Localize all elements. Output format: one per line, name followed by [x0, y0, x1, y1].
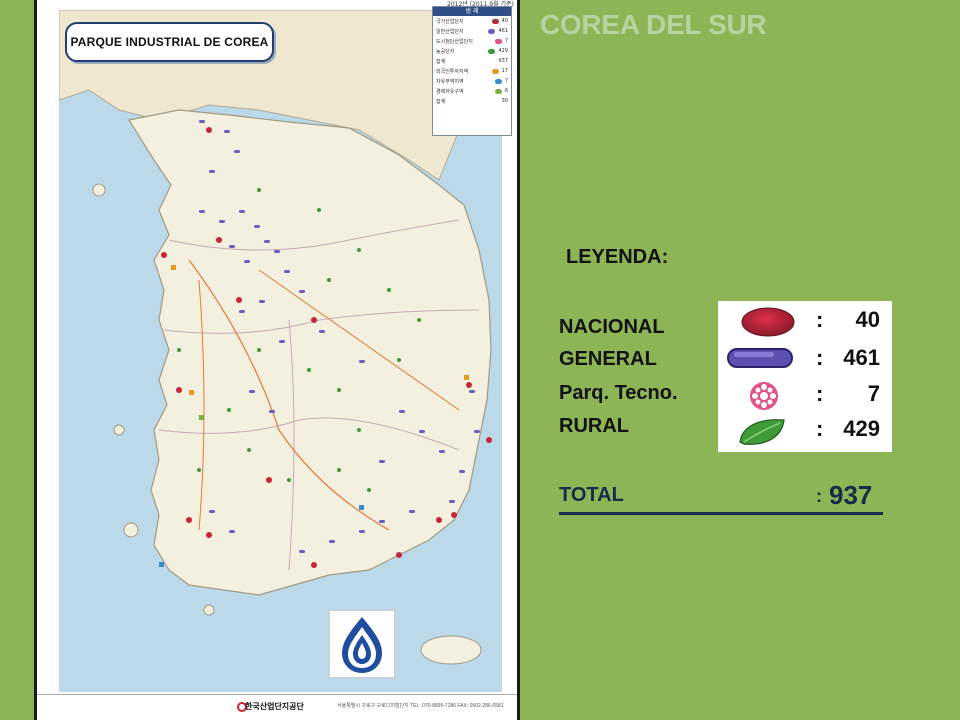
mini-legend-value: 17	[501, 68, 508, 74]
legend-row-parq-tecno: : 7	[718, 379, 892, 415]
footer-contact-info: 서울특별시 구로구 구로디지털단지 TEL: 070-8895-7286 FAX…	[337, 703, 504, 709]
footer-organization: 한국산업단지공단	[245, 702, 304, 711]
map-footer: 한국산업단지공단 서울특별시 구로구 구로디지털단지 TEL: 070-8895…	[37, 694, 517, 720]
mini-legend-label: 일반산업단지	[436, 28, 464, 35]
legend-row-rural: : 429	[718, 414, 892, 450]
mini-legend-label: 국가산업단지	[436, 18, 464, 25]
legend-colon: :	[816, 345, 824, 370]
legend-label-rural: RURAL	[559, 415, 629, 437]
total-value: 937	[829, 480, 873, 510]
industrial-park-map-poster: PARQUE INDUSTRIAL DE COREA 2012년 (2011.9…	[34, 0, 520, 720]
mini-legend-header: 범 례	[433, 7, 511, 16]
mini-legend-marker-icon	[494, 78, 502, 84]
mini-legend-row: 자유무역지역 7	[433, 76, 511, 86]
map-mini-legend: 범 례 국가산업단지 40 일반산업단지 461 도시첨단산업단지 7 농공단지 429 합계 9…	[432, 6, 512, 136]
legend-row-general: : 461	[718, 343, 892, 379]
mini-legend-value: 461	[498, 28, 508, 34]
mini-legend-value: 7	[504, 78, 508, 84]
green-leaf-icon	[739, 419, 785, 445]
legend-symbol-card: : 40 : 461 : 7 : 429	[718, 301, 892, 452]
map-sheet: PARQUE INDUSTRIAL DE COREA 2012년 (2011.9…	[37, 0, 517, 720]
legend-row-nacional: : 40	[718, 305, 892, 341]
mini-legend-marker-icon	[488, 59, 495, 64]
legend-count-rural: 429	[843, 416, 880, 441]
mini-legend-value: 937	[498, 58, 508, 64]
legend-label-nacional: NACIONAL	[559, 316, 665, 338]
mini-legend-label: 도시첨단산업단지	[436, 38, 473, 45]
mini-legend-value: 429	[498, 48, 508, 54]
mini-legend-row: 일반산업단지 461	[433, 26, 511, 36]
map-title-box: PARQUE INDUSTRIAL DE COREA	[65, 22, 274, 62]
mini-legend-label: 합계	[436, 58, 446, 65]
legend-count-general: 461	[843, 345, 880, 370]
legend-colon: :	[816, 416, 824, 441]
mini-legend-label: 경제자유구역	[436, 88, 464, 95]
legend-count-nacional: 40	[855, 307, 880, 332]
purple-capsule-icon	[727, 348, 793, 368]
mini-legend-marker-icon	[492, 99, 499, 104]
mini-legend-marker-icon	[488, 28, 496, 34]
mini-legend-label: 농공단지	[436, 48, 455, 55]
mini-legend-row: 농공단지 429	[433, 46, 511, 56]
total-colon: :	[816, 486, 822, 506]
mini-legend-value: 6	[504, 88, 508, 94]
legend-heading: LEYENDA:	[566, 246, 669, 268]
mini-legend-value: 30	[501, 98, 508, 104]
mini-legend-marker-icon	[494, 88, 502, 94]
legend-label-general: GENERAL	[559, 348, 657, 370]
total-label: TOTAL	[559, 484, 624, 506]
mini-legend-rows: 국가산업단지 40 일반산업단지 461 도시첨단산업단지 7 농공단지 429 합계 937 외국…	[433, 16, 511, 106]
drop-logo-icon	[342, 617, 382, 673]
total-row: TOTAL : 937	[559, 480, 883, 515]
mini-legend-marker-icon	[494, 38, 502, 44]
mini-legend-label: 합계	[436, 98, 446, 105]
mini-legend-value: 7	[504, 38, 508, 44]
legend-colon: :	[816, 307, 824, 332]
legend-colon: :	[816, 381, 824, 406]
mini-legend-value: 40	[501, 18, 508, 24]
page-title: COREA DEL SUR	[540, 9, 767, 40]
kicox-logo	[329, 610, 395, 678]
mini-legend-row: 외국인투자지역 17	[433, 66, 511, 76]
map-title: PARQUE INDUSTRIAL DE COREA	[70, 35, 269, 49]
red-ellipse-icon	[741, 307, 795, 337]
mini-legend-label: 자유무역지역	[436, 78, 464, 85]
mini-legend-row: 도시첨단산업단지 7	[433, 36, 511, 46]
mini-legend-row: 합계 30	[433, 96, 511, 106]
mini-legend-marker-icon	[488, 48, 496, 54]
mini-legend-row: 경제자유구역 6	[433, 86, 511, 96]
mini-legend-row: 합계 937	[433, 56, 511, 66]
mini-legend-marker-icon	[491, 68, 499, 74]
legend-count-parq-tecno: 7	[867, 381, 880, 406]
mini-legend-label: 외국인투자지역	[436, 68, 469, 75]
mini-legend-marker-icon	[491, 18, 499, 24]
legend-label-parq-tecno: Parq. Tecno.	[559, 382, 678, 404]
pink-flower-icon	[750, 382, 778, 410]
mini-legend-row: 국가산업단지 40	[433, 16, 511, 26]
